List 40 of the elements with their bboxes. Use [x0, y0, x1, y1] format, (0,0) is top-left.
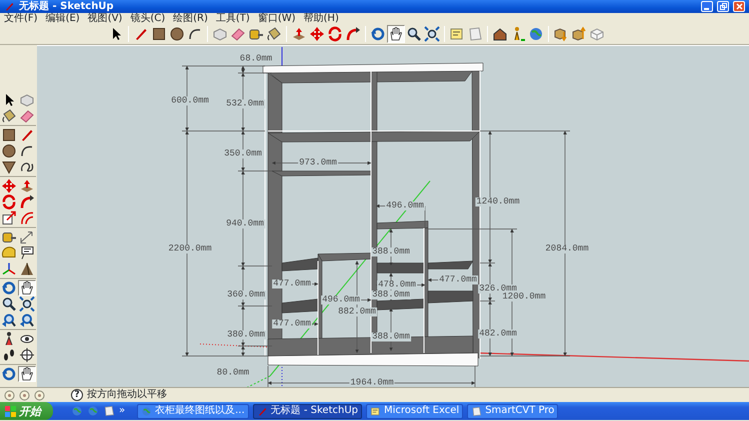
dimension-label: 68.0mm: [238, 54, 274, 64]
dimension-label: 477.0mm: [272, 320, 312, 328]
help-icon[interactable]: ?: [71, 389, 83, 401]
dimension-label: 940.0mm: [225, 220, 265, 228]
menu-item[interactable]: 镜头(C): [126, 13, 170, 24]
dimension-label: 478.0mm: [377, 280, 417, 290]
dimension-label: 1200.0mm: [501, 292, 547, 302]
dimension-label: 477.0mm: [272, 280, 312, 288]
taskbar-button[interactable]: SmartCVT Pro: [467, 404, 558, 418]
dimension-label: 1240.0mm: [475, 198, 521, 206]
dimension-label: 482.0mm: [478, 330, 518, 338]
dimension-label: 80.0mm: [216, 368, 250, 378]
dimension-label: 2200.0mm: [167, 244, 213, 254]
dimension-label: 388.0mm: [371, 248, 411, 256]
dimension-label: 973.0mm: [298, 158, 338, 168]
taskbar-button[interactable]: 无标题 - SketchUp: [252, 404, 362, 418]
dimension-label: 388.0mm: [371, 332, 411, 342]
dimension-label: 2084.0mm: [544, 244, 590, 254]
dimension-label: 882.0mm: [337, 308, 377, 316]
dimension-label: 380.0mm: [226, 330, 266, 340]
dimension-label: 477.0mm: [438, 276, 478, 284]
menu-item[interactable]: 工具(T): [212, 13, 254, 24]
more-arrows[interactable]: »: [119, 406, 126, 416]
menu-item[interactable]: 编辑(E): [42, 13, 84, 24]
dimension-label: 532.0mm: [225, 100, 265, 108]
menu-item[interactable]: 绘图(R): [169, 13, 212, 24]
window-title: 无标题 - SketchUp: [19, 2, 114, 12]
dimension-label: 326.0mm: [478, 284, 518, 294]
dimension-label: 496.0mm: [385, 202, 425, 210]
dimension-label: 496.0mm: [321, 296, 361, 304]
status-text: 按方向拖动以平移: [87, 390, 167, 400]
taskbar-button[interactable]: 衣柜最终图纸以及...: [137, 404, 249, 418]
taskbar-button[interactable]: Microsoft Excel: [366, 404, 464, 418]
dimension-label: 600.0mm: [170, 96, 210, 106]
menu-item[interactable]: 视图(V): [84, 13, 126, 24]
dimension-label: 388.0mm: [371, 290, 411, 300]
dimension-label: 1964.0mm: [349, 378, 395, 387]
dimension-label: 350.0mm: [223, 150, 263, 158]
menu-item[interactable]: 帮助(H): [300, 13, 343, 24]
dimension-label: 360.0mm: [226, 290, 266, 300]
